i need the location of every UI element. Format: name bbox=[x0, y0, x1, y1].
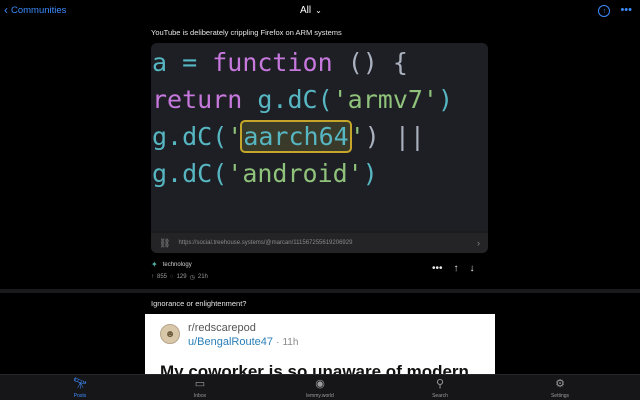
post-stats: ↑ 855 ◌ 129 ◷ 21h bbox=[151, 274, 208, 281]
code-token: g.dC( bbox=[152, 122, 228, 151]
post-time: 11h bbox=[282, 337, 299, 348]
code-token: a = bbox=[152, 48, 213, 77]
tab-posts[interactable]: 🔭︎ Posts bbox=[50, 378, 110, 399]
tab-settings[interactable]: ⚙ Settings bbox=[530, 378, 590, 399]
tab-search[interactable]: ⚲ Search bbox=[410, 378, 470, 399]
avatar: ☻ bbox=[160, 324, 180, 344]
post-author: u/BengalRoute47 · 11h bbox=[188, 336, 298, 348]
highlighted-code-token: aarch64 bbox=[240, 120, 352, 153]
link-preview-bar[interactable]: ⛓ https://social.treehouse.systems/@marc… bbox=[151, 233, 488, 253]
feed-title: All bbox=[300, 5, 312, 16]
tab-inbox[interactable]: ▭ Inbox bbox=[170, 378, 230, 399]
community-name: technology bbox=[162, 261, 192, 268]
tab-label: lemmy.world bbox=[306, 393, 334, 399]
link-url: https://social.treehouse.systems/@marcan… bbox=[178, 240, 353, 246]
post-divider bbox=[0, 289, 640, 293]
code-token: 'android' bbox=[227, 159, 363, 188]
chevron-right-icon: › bbox=[477, 238, 480, 248]
community-avatar-icon: ✦ bbox=[151, 260, 158, 269]
code-token: g.dC( bbox=[152, 159, 228, 188]
subreddit-name: r/redscarepod bbox=[188, 322, 256, 334]
comment-count: 129 bbox=[176, 274, 187, 280]
person-circle-icon: ◉ bbox=[315, 378, 325, 390]
chevron-left-icon: ‹ bbox=[4, 3, 8, 17]
code-token: 'armv7' bbox=[332, 85, 438, 114]
separator: · bbox=[276, 337, 280, 348]
top-actions: ↑ ••• bbox=[598, 5, 632, 17]
top-navigation-bar: ‹ Communities All ⌄ ↑ ••• bbox=[0, 0, 640, 22]
link-icon: ⛓ bbox=[159, 237, 171, 248]
post-age: 21h bbox=[197, 274, 208, 280]
code-token: ' bbox=[349, 122, 365, 151]
back-to-communities-button[interactable]: ‹ Communities bbox=[4, 4, 66, 16]
bottom-tab-bar: 🔭︎ Posts ▭ Inbox ◉ lemmy.world ⚲ Search … bbox=[0, 374, 640, 400]
tab-account[interactable]: ◉ lemmy.world bbox=[290, 378, 350, 399]
post-image-card[interactable]: ☻ r/redscarepod u/BengalRoute47 · 11h My… bbox=[145, 314, 495, 374]
post-title[interactable]: YouTube is deliberately crippling Firefo… bbox=[151, 28, 342, 37]
screenshot-headline: My coworker is so unaware of modern bbox=[160, 362, 469, 374]
upvote-small-icon: ↑ bbox=[151, 274, 154, 280]
post-image-card[interactable]: a = function () { return g.dC('armv7') g… bbox=[151, 43, 488, 253]
code-token: ) || bbox=[364, 122, 425, 151]
back-label: Communities bbox=[11, 4, 67, 16]
tab-label: Posts bbox=[73, 393, 87, 399]
ellipsis-icon[interactable]: ••• bbox=[620, 5, 632, 17]
post-actions: ••• ↑ ↓ bbox=[432, 264, 475, 274]
telescope-icon: 🔭︎ bbox=[73, 378, 87, 390]
post-title[interactable]: Ignorance or enlightenment? bbox=[151, 299, 246, 308]
search-icon: ⚲ bbox=[435, 378, 445, 390]
arrow-up-circle-icon[interactable]: ↑ bbox=[598, 5, 611, 17]
tab-label: Inbox bbox=[193, 393, 207, 399]
code-token: return bbox=[152, 85, 243, 114]
code-token: function bbox=[212, 48, 333, 77]
downvote-arrow-icon[interactable]: ↓ bbox=[470, 264, 475, 274]
tab-label: Search bbox=[432, 393, 448, 399]
code-token: ) bbox=[362, 159, 378, 188]
community-link[interactable]: ✦ technology bbox=[151, 260, 192, 269]
code-token: g.dC( bbox=[242, 85, 333, 114]
clock-icon: ◷ bbox=[189, 275, 195, 281]
username: u/BengalRoute47 bbox=[188, 336, 274, 348]
more-options-icon[interactable]: ••• bbox=[432, 264, 443, 274]
code-token: ) bbox=[437, 85, 454, 114]
upvote-count: 855 bbox=[157, 274, 168, 280]
upvote-arrow-icon[interactable]: ↑ bbox=[454, 264, 459, 274]
code-token: ' bbox=[227, 122, 243, 151]
feed-selector[interactable]: All ⌄ bbox=[300, 5, 322, 16]
gear-icon: ⚙ bbox=[555, 378, 565, 390]
comment-icon: ◌ bbox=[170, 274, 174, 280]
code-screenshot-image: a = function () { return g.dC('armv7') g… bbox=[151, 43, 488, 231]
chevron-down-icon: ⌄ bbox=[315, 6, 322, 15]
inbox-icon: ▭ bbox=[194, 378, 206, 390]
tab-label: Settings bbox=[550, 393, 570, 399]
code-token: () { bbox=[332, 48, 408, 77]
